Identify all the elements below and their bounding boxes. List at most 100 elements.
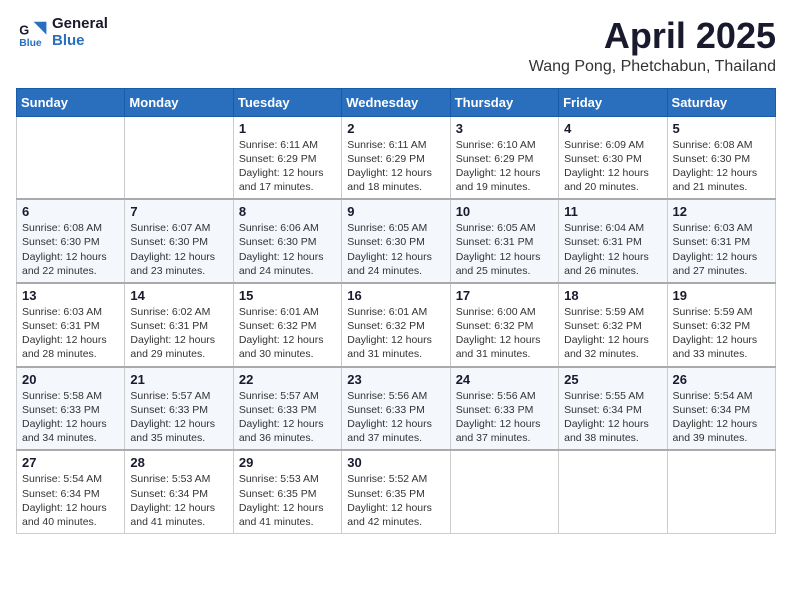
day-info: Sunrise: 6:08 AMSunset: 6:30 PMDaylight:… (22, 221, 119, 278)
day-number: 9 (347, 204, 444, 219)
day-number: 15 (239, 288, 336, 303)
logo-text: General Blue (52, 16, 108, 49)
day-number: 12 (673, 204, 770, 219)
day-number: 11 (564, 204, 661, 219)
calendar-cell: 25 Sunrise: 5:55 AMSunset: 6:34 PMDayligh… (559, 367, 667, 451)
calendar-body: 1Sunrise: 6:11 AMSunset: 6:29 PMDaylight… (17, 116, 776, 533)
calendar-week-row: 13 Sunrise: 6:03 AMSunset: 6:31 PMDayligh… (17, 283, 776, 367)
calendar-cell: 29Sunrise: 5:53 AMSunset: 6:35 PMDayligh… (233, 450, 341, 533)
calendar-cell: 7 Sunrise: 6:07 AMSunset: 6:30 PMDaylight… (125, 199, 233, 283)
calendar-cell: 9Sunrise: 6:05 AMSunset: 6:30 PMDaylight… (342, 199, 450, 283)
day-info: Sunrise: 6:10 AMSunset: 6:29 PMDaylight:… (456, 138, 553, 195)
weekday-header-friday: Friday (559, 88, 667, 116)
logo-icon: G Blue (16, 17, 48, 49)
day-number: 22 (239, 372, 336, 387)
day-number: 19 (673, 288, 770, 303)
calendar-table: SundayMondayTuesdayWednesdayThursdayFrid… (16, 88, 776, 534)
day-number: 10 (456, 204, 553, 219)
calendar-cell: 2 Sunrise: 6:11 AMSunset: 6:29 PMDaylight… (342, 116, 450, 199)
day-info: Sunrise: 5:53 AMSunset: 6:34 PMDaylight:… (130, 472, 227, 529)
calendar-cell: 14 Sunrise: 6:02 AMSunset: 6:31 PMDayligh… (125, 283, 233, 367)
day-info: Sunrise: 5:56 AMSunset: 6:33 PMDaylight:… (456, 389, 553, 446)
day-info: Sunrise: 6:04 AMSunset: 6:31 PMDaylight:… (564, 221, 661, 278)
day-number: 28 (130, 455, 227, 470)
calendar-cell: 5 Sunrise: 6:08 AMSunset: 6:30 PMDaylight… (667, 116, 775, 199)
calendar-cell: 23 Sunrise: 5:56 AMSunset: 6:33 PMDayligh… (342, 367, 450, 451)
day-number: 14 (130, 288, 227, 303)
day-number: 13 (22, 288, 119, 303)
weekday-header-row: SundayMondayTuesdayWednesdayThursdayFrid… (17, 88, 776, 116)
weekday-header-monday: Monday (125, 88, 233, 116)
day-info: Sunrise: 6:03 AMSunset: 6:31 PMDaylight:… (22, 305, 119, 362)
title-area: April 2025 Wang Pong, Phetchabun, Thaila… (529, 16, 776, 76)
calendar-title: April 2025 (529, 16, 776, 56)
day-info: Sunrise: 6:09 AMSunset: 6:30 PMDaylight:… (564, 138, 661, 195)
calendar-week-row: 20Sunrise: 5:58 AMSunset: 6:33 PMDayligh… (17, 367, 776, 451)
weekday-header-saturday: Saturday (667, 88, 775, 116)
day-info: Sunrise: 6:11 AMSunset: 6:29 PMDaylight:… (239, 138, 336, 195)
day-number: 27 (22, 455, 119, 470)
calendar-cell: 17 Sunrise: 6:00 AMSunset: 6:32 PMDayligh… (450, 283, 558, 367)
logo: G Blue General Blue (16, 16, 108, 49)
day-info: Sunrise: 5:59 AMSunset: 6:32 PMDaylight:… (564, 305, 661, 362)
calendar-cell: 11 Sunrise: 6:04 AMSunset: 6:31 PMDayligh… (559, 199, 667, 283)
calendar-cell (125, 116, 233, 199)
day-info: Sunrise: 6:02 AMSunset: 6:31 PMDaylight:… (130, 305, 227, 362)
calendar-cell: 16Sunrise: 6:01 AMSunset: 6:32 PMDayligh… (342, 283, 450, 367)
calendar-cell: 12 Sunrise: 6:03 AMSunset: 6:31 PMDayligh… (667, 199, 775, 283)
day-number: 29 (239, 455, 336, 470)
calendar-cell: 10 Sunrise: 6:05 AMSunset: 6:31 PMDayligh… (450, 199, 558, 283)
day-number: 30 (347, 455, 444, 470)
calendar-week-row: 6Sunrise: 6:08 AMSunset: 6:30 PMDaylight… (17, 199, 776, 283)
calendar-cell (559, 450, 667, 533)
calendar-cell: 1Sunrise: 6:11 AMSunset: 6:29 PMDaylight… (233, 116, 341, 199)
day-info: Sunrise: 6:08 AMSunset: 6:30 PMDaylight:… (673, 138, 770, 195)
calendar-cell (17, 116, 125, 199)
weekday-header-wednesday: Wednesday (342, 88, 450, 116)
day-info: Sunrise: 5:57 AMSunset: 6:33 PMDaylight:… (239, 389, 336, 446)
day-number: 20 (22, 372, 119, 387)
weekday-header-thursday: Thursday (450, 88, 558, 116)
day-info: Sunrise: 5:57 AMSunset: 6:33 PMDaylight:… (130, 389, 227, 446)
day-number: 3 (456, 121, 553, 136)
weekday-header-sunday: Sunday (17, 88, 125, 116)
calendar-cell: 22 Sunrise: 5:57 AMSunset: 6:33 PMDayligh… (233, 367, 341, 451)
day-info: Sunrise: 6:07 AMSunset: 6:30 PMDaylight:… (130, 221, 227, 278)
day-number: 5 (673, 121, 770, 136)
day-number: 26 (673, 372, 770, 387)
calendar-cell: 4 Sunrise: 6:09 AMSunset: 6:30 PMDaylight… (559, 116, 667, 199)
calendar-cell: 21 Sunrise: 5:57 AMSunset: 6:33 PMDayligh… (125, 367, 233, 451)
day-info: Sunrise: 5:59 AMSunset: 6:32 PMDaylight:… (673, 305, 770, 362)
svg-text:Blue: Blue (19, 37, 42, 48)
day-info: Sunrise: 5:54 AMSunset: 6:34 PMDaylight:… (22, 472, 119, 529)
day-info: Sunrise: 5:54 AMSunset: 6:34 PMDaylight:… (673, 389, 770, 446)
calendar-cell: 6Sunrise: 6:08 AMSunset: 6:30 PMDaylight… (17, 199, 125, 283)
day-info: Sunrise: 6:00 AMSunset: 6:32 PMDaylight:… (456, 305, 553, 362)
svg-text:G: G (19, 22, 29, 37)
day-number: 8 (239, 204, 336, 219)
day-number: 17 (456, 288, 553, 303)
calendar-week-row: 27 Sunrise: 5:54 AMSunset: 6:34 PMDayligh… (17, 450, 776, 533)
day-number: 7 (130, 204, 227, 219)
calendar-cell (450, 450, 558, 533)
day-number: 2 (347, 121, 444, 136)
calendar-week-row: 1Sunrise: 6:11 AMSunset: 6:29 PMDaylight… (17, 116, 776, 199)
calendar-cell: 8 Sunrise: 6:06 AMSunset: 6:30 PMDaylight… (233, 199, 341, 283)
weekday-header-tuesday: Tuesday (233, 88, 341, 116)
day-number: 25 (564, 372, 661, 387)
calendar-cell: 24Sunrise: 5:56 AMSunset: 6:33 PMDayligh… (450, 367, 558, 451)
day-info: Sunrise: 5:56 AMSunset: 6:33 PMDaylight:… (347, 389, 444, 446)
day-info: Sunrise: 5:52 AMSunset: 6:35 PMDaylight:… (347, 472, 444, 529)
day-info: Sunrise: 6:01 AMSunset: 6:32 PMDaylight:… (239, 305, 336, 362)
day-info: Sunrise: 5:55 AMSunset: 6:34 PMDaylight:… (564, 389, 661, 446)
calendar-cell: 13 Sunrise: 6:03 AMSunset: 6:31 PMDayligh… (17, 283, 125, 367)
day-info: Sunrise: 6:11 AMSunset: 6:29 PMDaylight:… (347, 138, 444, 195)
day-number: 4 (564, 121, 661, 136)
day-number: 21 (130, 372, 227, 387)
calendar-subtitle: Wang Pong, Phetchabun, Thailand (529, 58, 776, 76)
day-info: Sunrise: 6:03 AMSunset: 6:31 PMDaylight:… (673, 221, 770, 278)
day-info: Sunrise: 6:05 AMSunset: 6:31 PMDaylight:… (456, 221, 553, 278)
calendar-cell: 15 Sunrise: 6:01 AMSunset: 6:32 PMDayligh… (233, 283, 341, 367)
day-info: Sunrise: 6:06 AMSunset: 6:30 PMDaylight:… (239, 221, 336, 278)
day-number: 23 (347, 372, 444, 387)
